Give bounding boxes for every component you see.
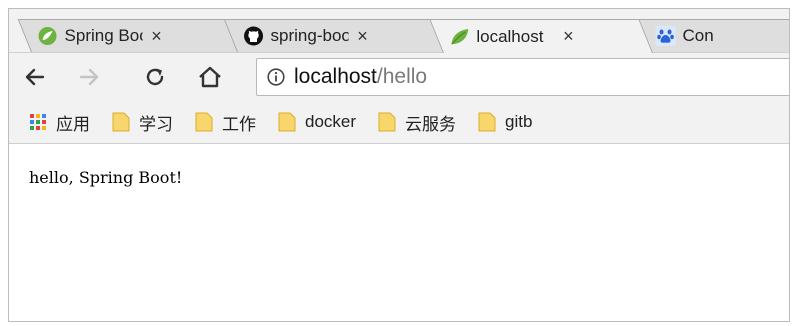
url-path: /hello <box>376 65 428 88</box>
back-arrow-icon <box>25 68 45 86</box>
bookmark-label: gitb <box>505 112 533 131</box>
bookmark-label: 应用 <box>56 114 90 134</box>
back-button[interactable] <box>19 61 51 93</box>
close-icon[interactable]: × <box>558 26 578 47</box>
bookmark-label: 学习 <box>139 114 173 134</box>
page-body-text: hello, Spring Boot! <box>29 168 183 187</box>
browser-window: Spring Boot × spring-boot × localhost × … <box>8 8 790 322</box>
folder-icon <box>278 112 296 132</box>
tab-strip: Spring Boot × spring-boot × localhost × … <box>9 9 789 53</box>
github-icon <box>244 26 264 46</box>
bookmark-folder-gitb[interactable]: gitb <box>478 112 532 132</box>
address-bar[interactable]: localhost/hello <box>256 58 789 96</box>
close-icon[interactable]: × <box>147 26 167 47</box>
tab-spring-boot[interactable]: Spring Boot × <box>17 19 242 52</box>
bookmarks-bar: 应用 学习 工作 docker 云服务 gitb <box>9 101 789 144</box>
bookmark-apps[interactable]: 应用 <box>29 110 90 135</box>
folder-icon <box>478 112 496 132</box>
reload-button[interactable] <box>139 61 171 93</box>
spring-leaf-icon <box>451 28 469 45</box>
bookmark-label: 云服务 <box>405 114 457 134</box>
home-icon <box>199 66 221 88</box>
reload-icon <box>146 68 164 86</box>
url-host: localhost <box>294 65 377 88</box>
forward-button[interactable] <box>73 61 105 93</box>
tab-title: localhost <box>476 26 544 46</box>
tab-baidu[interactable]: Con <box>635 19 789 52</box>
tab-title: Spring Boot <box>64 26 143 45</box>
folder-icon <box>112 112 130 132</box>
tab-localhost[interactable]: localhost × <box>429 19 653 53</box>
bookmark-label: docker <box>305 112 357 131</box>
bookmark-label: 工作 <box>222 114 256 134</box>
bookmark-folder-study[interactable]: 学习 <box>112 110 173 135</box>
folder-icon <box>195 112 213 132</box>
tab-title: spring-boot <box>270 26 349 45</box>
toolbar: localhost/hello <box>9 53 789 101</box>
info-icon[interactable] <box>267 68 285 86</box>
tab-title: Con <box>682 26 714 45</box>
home-button[interactable] <box>194 61 226 93</box>
bookmark-folder-work[interactable]: 工作 <box>195 110 256 135</box>
baidu-paw-icon <box>655 26 676 46</box>
apps-grid-icon <box>30 114 46 130</box>
forward-arrow-icon <box>79 68 99 86</box>
close-icon[interactable]: × <box>353 26 373 47</box>
folder-icon <box>378 112 396 132</box>
bookmark-folder-cloud[interactable]: 云服务 <box>378 110 456 135</box>
page-content: hello, Spring Boot! <box>9 144 789 321</box>
spring-boot-icon <box>38 27 57 45</box>
tab-spring-boot-github[interactable]: spring-boot × <box>223 19 447 52</box>
bookmark-folder-docker[interactable]: docker <box>278 112 356 132</box>
